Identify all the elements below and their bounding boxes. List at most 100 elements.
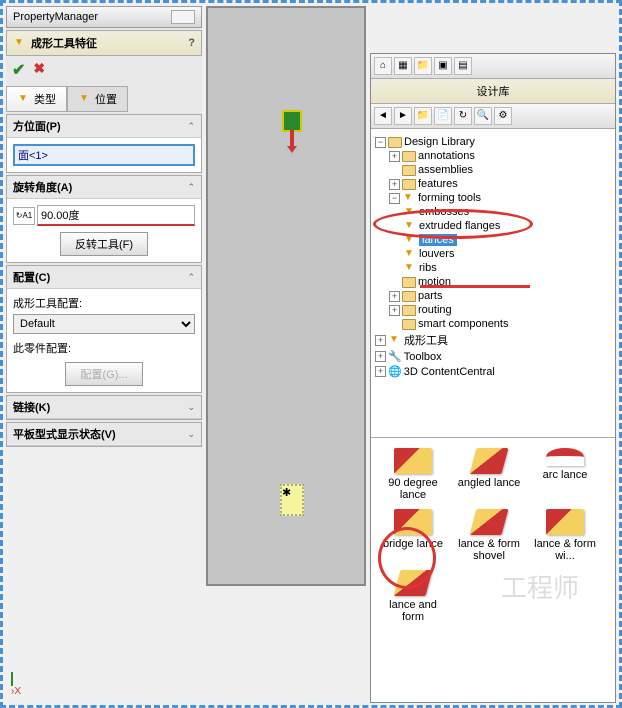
folder-icon bbox=[388, 137, 402, 148]
tree-node[interactable]: +annotations bbox=[375, 149, 611, 163]
back-icon[interactable]: ◄ bbox=[374, 107, 392, 125]
design-library: ⌂ ▦ 📁 ▣ ▤ 设计库 ◄ ► 📁 📄 ↻ 🔍 ⚙ −Design Libr… bbox=[370, 53, 616, 703]
forming-tool-icon bbox=[402, 192, 416, 204]
add-folder-icon[interactable]: 📁 bbox=[414, 107, 432, 125]
feature-header: 成形工具特征 ? bbox=[6, 30, 202, 56]
section-header[interactable]: 链接(K)⌄ bbox=[7, 396, 201, 419]
thumb-90-degree[interactable]: 90 degree lance bbox=[375, 444, 451, 505]
section-config: 配置(C)⌃ 成形工具配置: Default 此零件配置: 配置(G)... bbox=[6, 265, 202, 393]
tab-position[interactable]: 位置 bbox=[67, 86, 128, 112]
config-label: 成形工具配置: bbox=[13, 295, 195, 311]
axis-icon: ›X bbox=[11, 686, 21, 697]
viewport[interactable]: ✱ bbox=[206, 6, 366, 586]
chevron-down-icon: ⌄ bbox=[187, 429, 195, 440]
tree-node-cn[interactable]: +成形工具 bbox=[375, 331, 611, 349]
tree-node[interactable]: assemblies bbox=[375, 163, 611, 177]
section-flat: 平板型式显示状态(V)⌄ bbox=[6, 422, 202, 447]
part-config-label: 此零件配置: bbox=[13, 340, 195, 356]
thumb-lance-form[interactable]: lance and form bbox=[375, 566, 451, 627]
tree-node-lances[interactable]: lances bbox=[375, 233, 611, 247]
forming-tool-icon bbox=[78, 93, 92, 105]
face-input[interactable] bbox=[13, 144, 195, 166]
forming-tool-icon bbox=[388, 334, 402, 346]
folder-icon bbox=[402, 277, 416, 288]
settings-icon[interactable]: ⚙ bbox=[494, 107, 512, 125]
tree-node[interactable]: smart components bbox=[375, 317, 611, 331]
forming-tool-icon bbox=[403, 220, 417, 232]
forming-tool-icon bbox=[403, 248, 417, 260]
thumb-shovel[interactable]: lance & form shovel bbox=[451, 505, 527, 566]
forming-tool-preview bbox=[282, 110, 302, 132]
section-angle: 旋转角度(A)⌃ ↻A1 反转工具(F) bbox=[6, 175, 202, 263]
placement-preview: ✱ bbox=[280, 484, 304, 516]
tab-type[interactable]: 类型 bbox=[6, 86, 67, 112]
section-header[interactable]: 配置(C)⌃ bbox=[7, 266, 201, 289]
refresh-icon[interactable]: ↻ bbox=[454, 107, 472, 125]
chevron-down-icon: ⌄ bbox=[187, 402, 195, 413]
tree-node[interactable]: extruded flanges bbox=[375, 219, 611, 233]
tree-node[interactable]: louvers bbox=[375, 247, 611, 261]
thumb-angled[interactable]: angled lance bbox=[451, 444, 527, 505]
tree-node[interactable]: embosses bbox=[375, 205, 611, 219]
folder-icon bbox=[402, 179, 416, 190]
forming-tool-icon bbox=[403, 234, 417, 246]
tree: −Design Library +annotations assemblies … bbox=[371, 129, 615, 437]
section-header[interactable]: 旋转角度(A)⌃ bbox=[7, 176, 201, 199]
chevron-up-icon: ⌃ bbox=[187, 272, 195, 283]
pm-title-bar: PropertyManager bbox=[6, 6, 202, 28]
tree-node-toolbox[interactable]: +🔧Toolbox bbox=[375, 349, 611, 364]
section-header[interactable]: 方位面(P)⌃ bbox=[7, 115, 201, 138]
chevron-up-icon: ⌃ bbox=[187, 121, 195, 132]
folder-icon bbox=[402, 305, 416, 316]
chevron-up-icon: ⌃ bbox=[187, 182, 195, 193]
folder-icon bbox=[402, 291, 416, 302]
property-manager: PropertyManager 成形工具特征 ? ✔ ✖ 类型 位置 方位面(P… bbox=[6, 6, 202, 447]
config-button: 配置(G)... bbox=[65, 362, 142, 386]
view-icon[interactable]: ▤ bbox=[454, 57, 472, 75]
forward-icon[interactable]: ► bbox=[394, 107, 412, 125]
config-select[interactable]: Default bbox=[13, 314, 195, 334]
tree-node[interactable]: ribs bbox=[375, 261, 611, 275]
forming-tool-icon bbox=[403, 262, 417, 274]
forming-tool-icon bbox=[13, 37, 27, 49]
feature-title: 成形工具特征 bbox=[31, 35, 97, 51]
explorer-icon[interactable]: ▣ bbox=[434, 57, 452, 75]
help-icon[interactable]: ? bbox=[188, 37, 195, 49]
library-toolbar: ⌂ ▦ 📁 ▣ ▤ bbox=[371, 54, 615, 79]
tabs: 类型 位置 bbox=[6, 86, 202, 112]
cancel-icon[interactable]: ✖ bbox=[33, 60, 45, 80]
thumbs-panel: 90 degree lance angled lance arc lance b… bbox=[371, 437, 615, 633]
section-link: 链接(K)⌄ bbox=[6, 395, 202, 420]
pm-title: PropertyManager bbox=[13, 11, 98, 23]
library-icon[interactable]: ▦ bbox=[394, 57, 412, 75]
library-nav: ◄ ► 📁 📄 ↻ 🔍 ⚙ bbox=[371, 104, 615, 129]
add-file-icon[interactable]: 📄 bbox=[434, 107, 452, 125]
forming-tool-icon bbox=[403, 206, 417, 218]
tree-node[interactable]: +parts bbox=[375, 289, 611, 303]
home-icon[interactable]: ⌂ bbox=[374, 57, 392, 75]
action-row: ✔ ✖ bbox=[6, 56, 202, 84]
tree-node-content[interactable]: +🌐3D ContentCentral bbox=[375, 364, 611, 379]
thumb-bridge[interactable]: bridge lance bbox=[375, 505, 451, 566]
pin-icon[interactable] bbox=[171, 10, 195, 24]
direction-arrow-icon bbox=[290, 130, 294, 148]
folder-icon bbox=[402, 151, 416, 162]
angle-icon: ↻A1 bbox=[13, 207, 35, 225]
section-header[interactable]: 平板型式显示状态(V)⌄ bbox=[7, 423, 201, 446]
angle-input[interactable] bbox=[37, 205, 195, 226]
library-title: 设计库 bbox=[371, 79, 615, 104]
tree-node[interactable]: +routing bbox=[375, 303, 611, 317]
forming-tool-icon bbox=[17, 93, 31, 105]
thumb-arc[interactable]: arc lance bbox=[527, 444, 603, 505]
ok-icon[interactable]: ✔ bbox=[12, 60, 25, 80]
section-face: 方位面(P)⌃ bbox=[6, 114, 202, 173]
thumb-wi[interactable]: lance & form wi... bbox=[527, 505, 603, 566]
reverse-button[interactable]: 反转工具(F) bbox=[60, 232, 148, 256]
tree-node[interactable]: +features bbox=[375, 177, 611, 191]
search-icon[interactable]: 🔍 bbox=[474, 107, 492, 125]
tree-root[interactable]: −Design Library bbox=[375, 135, 611, 149]
tree-node-forming-tools[interactable]: −forming tools bbox=[375, 191, 611, 205]
folder-icon bbox=[402, 165, 416, 176]
folder-icon bbox=[402, 319, 416, 330]
folder-icon[interactable]: 📁 bbox=[414, 57, 432, 75]
